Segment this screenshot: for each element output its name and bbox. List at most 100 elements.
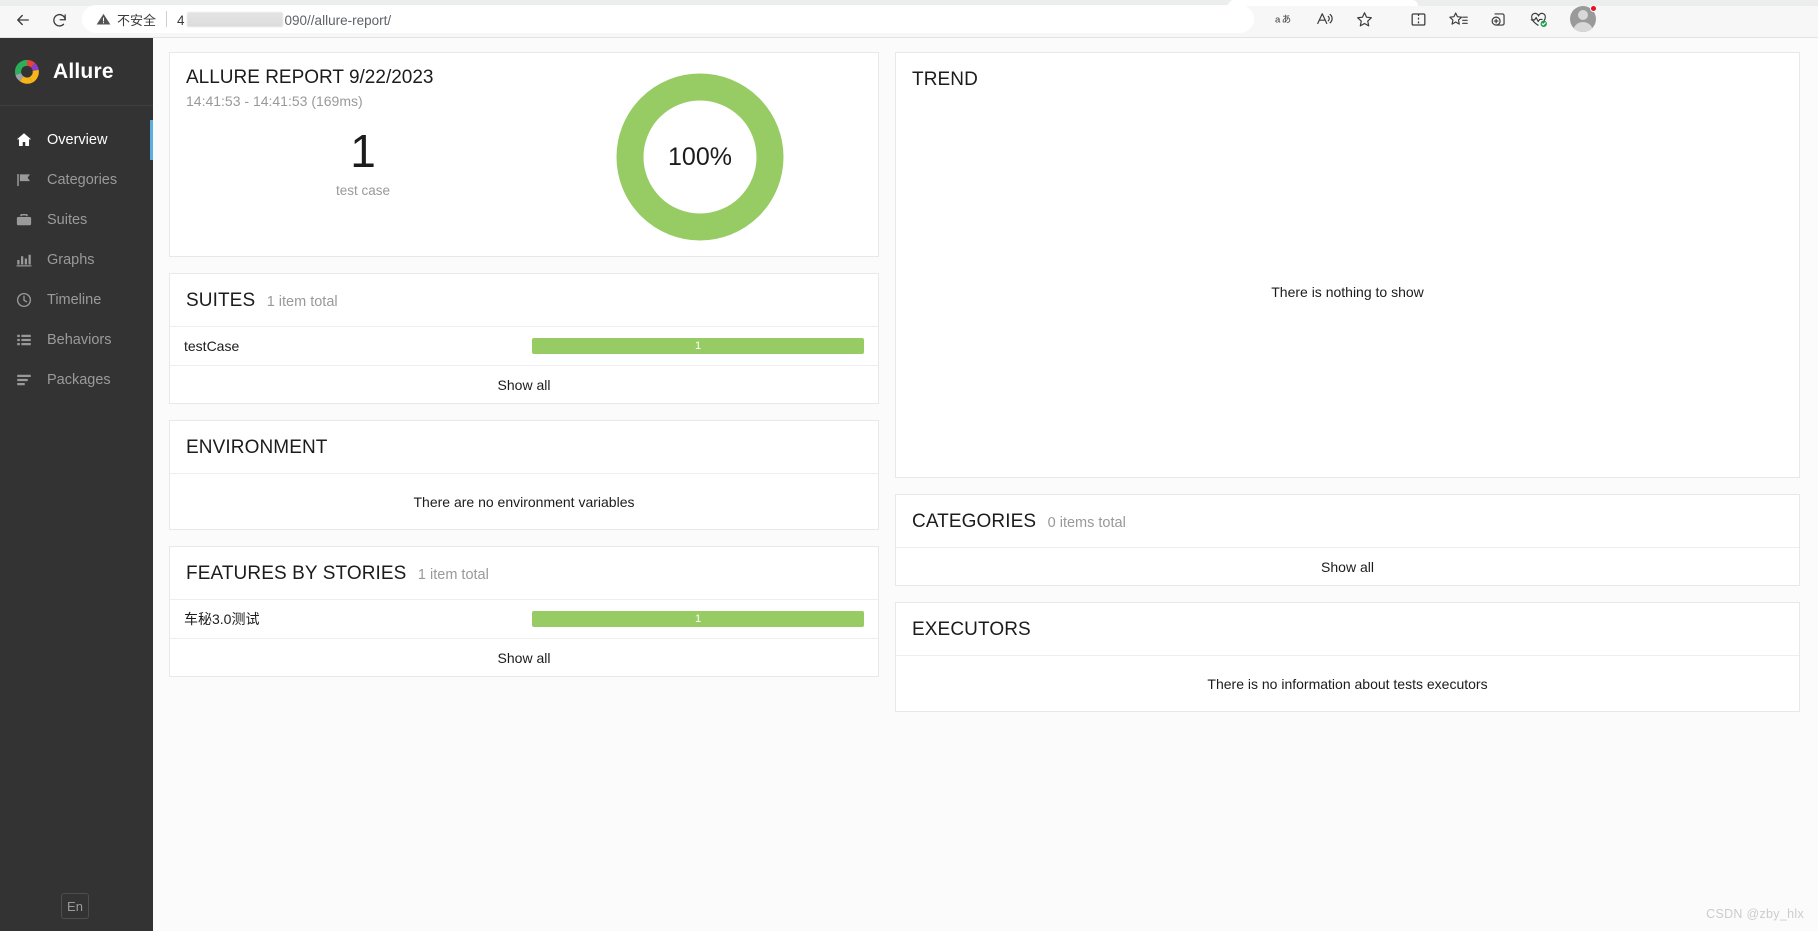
table-row[interactable]: testCase 1: [170, 326, 878, 365]
suite-bar-track: 1: [532, 338, 864, 354]
features-subtitle: 1 item total: [417, 567, 489, 583]
reload-icon: [52, 13, 66, 27]
environment-card: ENVIRONMENT There are no environment var…: [169, 420, 879, 530]
favorites-list-icon: [1449, 11, 1468, 25]
split-screen-icon: [1411, 12, 1425, 26]
clock-icon: [14, 290, 34, 310]
table-row[interactable]: 车秘3.0测试 1: [170, 599, 878, 638]
split-screen-button[interactable]: [1404, 5, 1432, 33]
test-case-count: 1 test case: [283, 125, 443, 198]
address-bar[interactable]: 不安全 4 090//allure-report/: [82, 5, 1254, 33]
page-title: ALLURE REPORT 9/22/2023: [186, 67, 434, 88]
suites-card: SUITES 1 item total testCase 1 Show all: [169, 273, 879, 404]
categories-card: CATEGORIES 0 items total Show all: [895, 494, 1800, 586]
categories-show-all-button[interactable]: Show all: [896, 547, 1799, 585]
suites-header: SUITES 1 item total: [170, 274, 878, 326]
url-display[interactable]: 4 090//allure-report/: [177, 10, 391, 28]
back-button[interactable]: [10, 7, 36, 33]
count-value: 1: [350, 125, 376, 177]
profile-notification-badge: [1590, 5, 1597, 12]
brand[interactable]: Allure: [0, 38, 153, 106]
feature-bar-value: 1: [694, 613, 702, 625]
allure-logo-icon: [14, 59, 39, 84]
left-column: ALLURE REPORT 9/22/2023 14:41:53 - 14:41…: [169, 52, 879, 693]
profile-button[interactable]: [1570, 5, 1597, 32]
svg-text:a: a: [1275, 15, 1281, 26]
report-time-range: 14:41:53 - 14:41:53 (169ms): [186, 93, 363, 109]
reload-button[interactable]: [46, 7, 72, 33]
executors-card: EXECUTORS There is no information about …: [895, 602, 1800, 712]
donut-percent-label: 100%: [668, 142, 732, 171]
sidebar-item-behaviors[interactable]: Behaviors: [0, 320, 153, 360]
feature-bar-passed: 1: [532, 611, 864, 627]
security-status[interactable]: 不安全: [96, 10, 156, 29]
back-arrow-icon: [17, 14, 29, 26]
add-favorite-button[interactable]: [1350, 5, 1378, 33]
language-switcher[interactable]: En: [61, 893, 89, 919]
warning-triangle-icon: [96, 12, 111, 27]
sidebar: Allure Overview Categories Suites Graphs…: [0, 38, 154, 931]
results-donut-chart[interactable]: 100%: [616, 73, 784, 241]
stack-icon: [14, 370, 34, 390]
read-aloud-button[interactable]: [1310, 5, 1338, 33]
sidebar-item-label: Behaviors: [47, 332, 112, 348]
star-icon: [1356, 11, 1372, 26]
show-all-label: Show all: [497, 649, 551, 666]
security-label: 不安全: [117, 12, 157, 28]
collections-icon: [1491, 12, 1505, 26]
feature-name: 车秘3.0测试: [184, 611, 260, 627]
sidebar-item-label: Overview: [47, 132, 108, 148]
sidebar-item-graphs[interactable]: Graphs: [0, 240, 153, 280]
sidebar-item-label: Categories: [47, 172, 118, 188]
watermark: CSDN @zby_hlx: [1706, 907, 1804, 921]
sidebar-item-label: Packages: [47, 372, 111, 388]
sidebar-item-label: Suites: [47, 212, 88, 228]
count-label: test case: [335, 183, 391, 198]
executors-empty-message: There is no information about tests exec…: [896, 655, 1799, 711]
home-icon: [14, 130, 34, 150]
favorites-button[interactable]: [1444, 5, 1472, 33]
show-all-label: Show all: [497, 376, 551, 393]
browser-essentials-icon: [1530, 12, 1547, 27]
omnibox-divider: [166, 11, 168, 27]
toolbar-actions: a あ: [1270, 5, 1597, 33]
svg-text:あ: あ: [1281, 15, 1291, 26]
environment-header: ENVIRONMENT: [170, 421, 878, 473]
main-content: ALLURE REPORT 9/22/2023 14:41:53 - 14:41…: [153, 38, 1818, 931]
sidebar-nav: Overview Categories Suites Graphs Timeli…: [0, 106, 154, 400]
sidebar-item-suites[interactable]: Suites: [0, 200, 153, 240]
read-aloud-icon: [1316, 13, 1333, 25]
show-all-label: Show all: [1321, 558, 1374, 575]
suite-name: testCase: [184, 338, 240, 354]
suites-subtitle: 1 item total: [266, 294, 338, 310]
suites-show-all-button[interactable]: Show all: [170, 365, 878, 403]
collections-button[interactable]: [1484, 5, 1512, 33]
categories-header: CATEGORIES 0 items total: [896, 495, 1799, 547]
suite-bar-passed: 1: [532, 338, 864, 354]
trend-empty-message: There is nothing to show: [896, 105, 1799, 477]
translate-icon: a あ: [1275, 15, 1291, 26]
translate-button[interactable]: a あ: [1270, 5, 1298, 33]
feature-bar-track: 1: [532, 611, 864, 627]
environment-title: ENVIRONMENT: [186, 437, 328, 458]
sidebar-item-categories[interactable]: Categories: [0, 160, 153, 200]
list-icon: [14, 330, 34, 350]
briefcase-icon: [14, 210, 34, 230]
brand-name: Allure: [53, 59, 114, 83]
url-suffix: 090//allure-report/: [284, 13, 392, 28]
browser-essentials-button[interactable]: [1524, 5, 1552, 33]
sidebar-item-packages[interactable]: Packages: [0, 360, 153, 400]
sidebar-item-overview[interactable]: Overview: [0, 120, 154, 160]
url-prefix: 4: [177, 13, 185, 28]
trend-header: TREND: [896, 53, 1799, 105]
features-title: FEATURES BY STORIES: [186, 563, 407, 584]
features-card: FEATURES BY STORIES 1 item total 车秘3.0测试…: [169, 546, 879, 677]
flag-icon: [14, 170, 34, 190]
browser-toolbar: 不安全 4 090//allure-report/ a あ: [0, 0, 1818, 38]
sidebar-item-timeline[interactable]: Timeline: [0, 280, 153, 320]
url-redacted-block: [186, 12, 283, 27]
suite-bar-value: 1: [694, 340, 702, 352]
features-show-all-button[interactable]: Show all: [170, 638, 878, 676]
environment-empty-message: There are no environment variables: [170, 473, 878, 529]
categories-title: CATEGORIES: [912, 511, 1037, 532]
